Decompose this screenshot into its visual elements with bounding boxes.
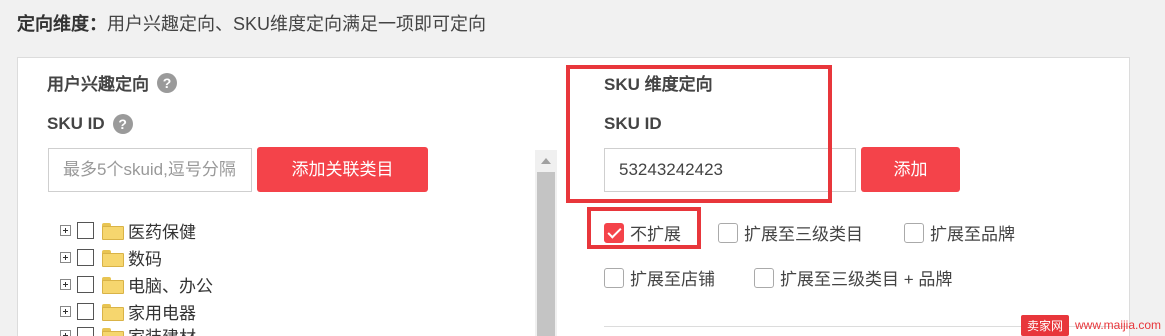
tree-item-label: 家装建材 [128, 323, 196, 336]
category-scrollbar[interactable] [535, 150, 557, 336]
expand-icon[interactable] [60, 251, 71, 263]
option-expand-store[interactable]: 扩展至店铺 [604, 265, 715, 290]
folder-icon [102, 249, 124, 267]
tree-item[interactable]: 家装建材 [60, 324, 196, 336]
header-title: 定向维度： [17, 14, 107, 34]
tree-item-label: 家用电器 [128, 303, 196, 323]
option-expand-category[interactable]: 扩展至三级类目 [718, 220, 863, 245]
scroll-up-icon[interactable] [541, 158, 551, 164]
dimension-header: 定向维度：用户兴趣定向、SKU维度定向满足一项即可定向 [17, 10, 486, 36]
tree-item[interactable]: 医药保健 [60, 219, 196, 242]
header-description: 用户兴趣定向、SKU维度定向满足一项即可定向 [107, 14, 487, 34]
folder-icon [102, 276, 124, 294]
option-label: 扩展至三级类目 [744, 225, 863, 244]
expand-icon[interactable] [60, 224, 71, 236]
checkbox[interactable] [718, 222, 738, 243]
tree-item-label: 数码 [128, 249, 162, 269]
tree-item-label: 电脑、办公 [128, 276, 213, 296]
expand-icon[interactable] [60, 329, 71, 336]
option-label: 扩展至品牌 [930, 225, 1015, 244]
highlight-box-no-expand [587, 207, 701, 249]
add-related-category-button[interactable]: 添加关联类目 [257, 147, 428, 192]
expand-icon[interactable] [60, 278, 71, 290]
expand-icon[interactable] [60, 305, 71, 317]
tree-item-label: 医药保健 [128, 222, 196, 242]
checkbox[interactable] [604, 267, 624, 288]
watermark-url: www.maijia.com [1074, 318, 1161, 332]
highlight-box-sku [566, 65, 832, 203]
tree-item[interactable]: 家用电器 [60, 300, 196, 323]
folder-icon [102, 303, 124, 321]
interest-sku-label: SKU ID ? [47, 114, 133, 134]
checkbox[interactable] [754, 267, 774, 288]
interest-section-title: 用户兴趣定向 ? [47, 70, 177, 95]
option-expand-category-brand[interactable]: 扩展至三级类目 + 品牌 [754, 265, 952, 290]
tree-checkbox[interactable] [77, 326, 94, 336]
scroll-thumb[interactable] [537, 172, 555, 336]
interest-title-text: 用户兴趣定向 [47, 75, 149, 94]
tree-item[interactable]: 数码 [60, 246, 162, 269]
tree-checkbox[interactable] [77, 221, 94, 239]
watermark: 卖家网 www.maijia.com [1020, 314, 1165, 336]
tree-checkbox[interactable] [77, 302, 94, 320]
add-sku-button[interactable]: 添加 [861, 147, 960, 192]
folder-icon [102, 327, 124, 336]
skuid-input[interactable]: 最多5个skuid,逗号分隔 [48, 148, 252, 192]
option-expand-brand[interactable]: 扩展至品牌 [904, 220, 1015, 245]
checkbox[interactable] [904, 222, 924, 243]
option-label: 扩展至店铺 [630, 270, 715, 289]
help-icon[interactable]: ? [157, 72, 177, 93]
tree-checkbox[interactable] [77, 275, 94, 293]
watermark-logo: 卖家网 [1020, 314, 1069, 336]
folder-icon [102, 222, 124, 240]
tree-checkbox[interactable] [77, 248, 94, 266]
option-label: 扩展至三级类目 + 品牌 [780, 270, 953, 289]
help-icon[interactable]: ? [112, 114, 133, 134]
interest-sku-label-text: SKU ID [47, 114, 105, 133]
tree-item[interactable]: 电脑、办公 [60, 273, 213, 296]
